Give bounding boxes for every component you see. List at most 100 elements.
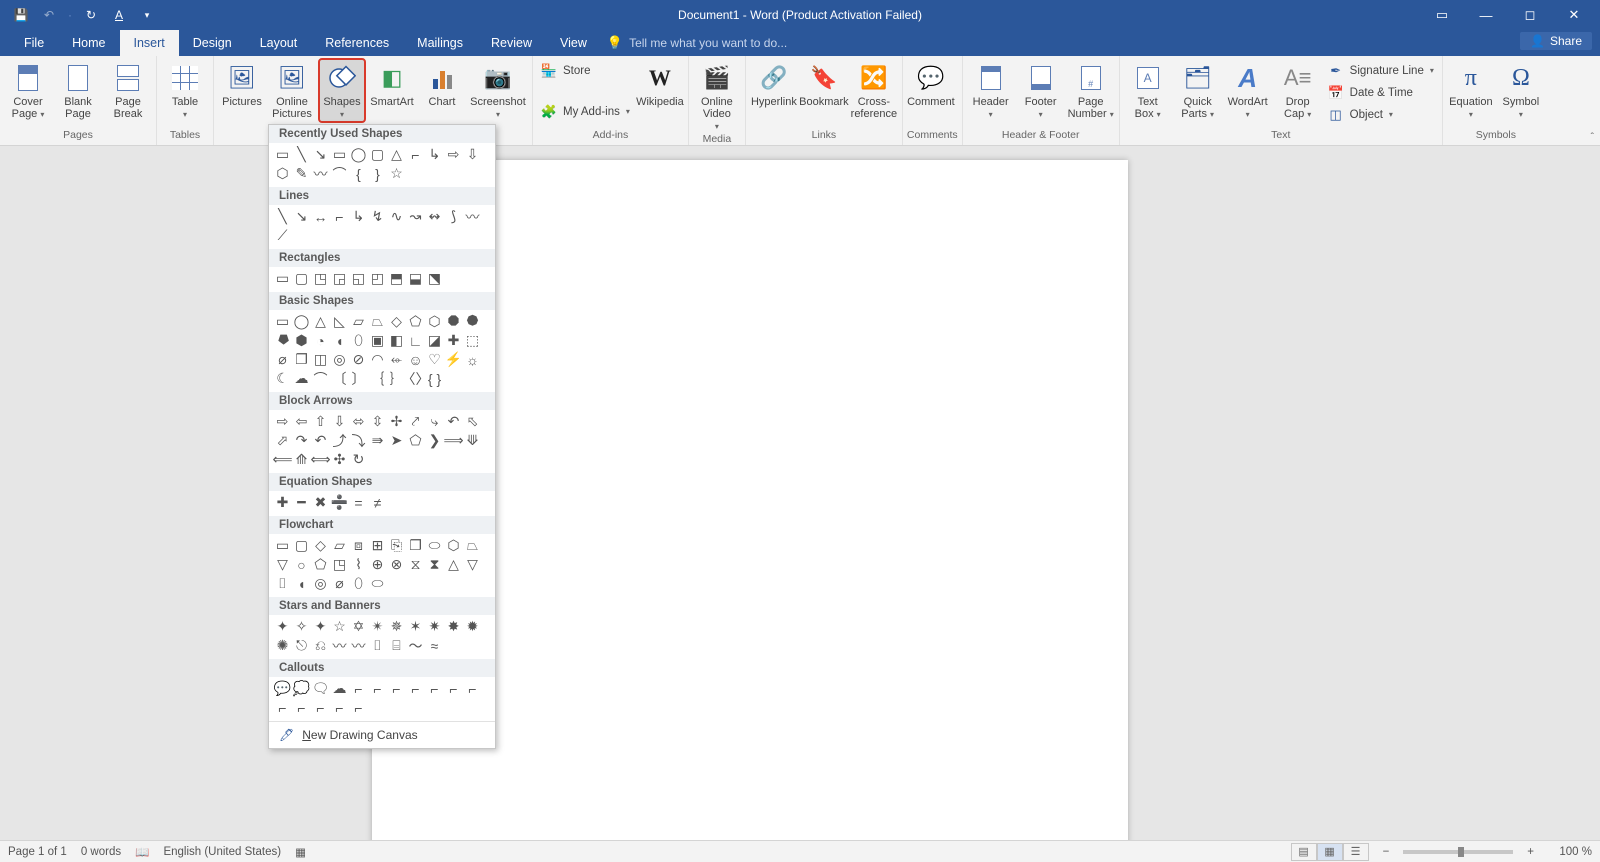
shape-elbow-arrow[interactable]: ↳ [425, 145, 444, 164]
shape-triangle[interactable]: △ [387, 145, 406, 164]
shape-star[interactable]: ☆ [387, 164, 406, 183]
shape-scroll-v[interactable]: ⌷ [368, 636, 387, 655]
shape-brace-l[interactable]: ｛ [368, 369, 387, 388]
shape-brace-pair[interactable]: { } [425, 369, 444, 388]
shape-cube[interactable]: ❐ [292, 350, 311, 369]
shape-elbow-arrow2[interactable]: ↳ [349, 207, 368, 226]
redo-icon[interactable]: ↻ [82, 6, 100, 24]
shape-arc[interactable]: ⌒ [330, 164, 349, 183]
shape-star24[interactable]: ✹ [463, 617, 482, 636]
shape-heptagon[interactable]: ⯃ [444, 312, 463, 331]
shape-callout-accent2[interactable]: ⌐ [425, 679, 444, 698]
shape-donut[interactable]: ◎ [330, 350, 349, 369]
shape-arr-bent[interactable]: ⤷ [425, 412, 444, 431]
shape-bracket-pair[interactable]: 〈〉 [406, 369, 425, 388]
shape-arr-leftup[interactable]: ⬁ [463, 412, 482, 431]
shape-rect2[interactable]: ▭ [273, 269, 292, 288]
symbol-button[interactable]: ΩSymbol▾ [1497, 58, 1545, 121]
shape-arr-callout-lr[interactable]: ⟺ [311, 450, 330, 469]
shape-arr-callout-d[interactable]: ⟱ [463, 431, 482, 450]
shape-callout-oval[interactable]: 🗨 [311, 679, 330, 698]
equation-button[interactable]: πEquation▾ [1447, 58, 1495, 121]
view-read-mode[interactable]: ▤ [1291, 843, 1317, 861]
shape-tri-iso[interactable]: △ [311, 312, 330, 331]
shape-fc-manual-op[interactable]: ▽ [273, 555, 292, 574]
pictures-button[interactable]: 🖼Pictures [218, 58, 266, 108]
shape-fc-seq[interactable]: ◎ [311, 574, 330, 593]
shape-snip1[interactable]: ◳ [311, 269, 330, 288]
shape-freeform2[interactable]: ⟆ [444, 207, 463, 226]
save-icon[interactable]: 💾 [12, 6, 30, 24]
view-web-layout[interactable]: ☰ [1343, 843, 1369, 861]
shape-callout-cloud[interactable]: ☁ [330, 679, 349, 698]
shape-star4[interactable]: ✦ [311, 617, 330, 636]
page-break-button[interactable]: PageBreak [104, 58, 152, 120]
zoom-slider[interactable] [1403, 850, 1513, 854]
share-button[interactable]: 👤 Share [1520, 32, 1592, 50]
maximize-icon[interactable]: ◻ [1518, 7, 1542, 23]
shape-fc-sum[interactable]: ⊕ [368, 555, 387, 574]
shape-bracket-l[interactable]: 〔 [330, 369, 349, 388]
shape-fc-term[interactable]: ⬭ [425, 536, 444, 555]
store-button[interactable]: 🏪Store [541, 60, 630, 81]
shape-fc-process[interactable]: ▭ [273, 536, 292, 555]
shape-fc-data[interactable]: ▱ [330, 536, 349, 555]
shape-fc-doc[interactable]: ⎘ [387, 536, 406, 555]
shape-freeform3[interactable]: ⟋ [273, 226, 292, 245]
shape-moon[interactable]: ☾ [273, 369, 292, 388]
shape-line[interactable]: ╲ [292, 145, 311, 164]
shape-bracket-r[interactable]: 〕 [349, 369, 368, 388]
ribbon-options-icon[interactable]: ▭ [1430, 7, 1454, 23]
zoom-in-button[interactable]: + [1527, 846, 1534, 858]
shape-octagon[interactable]: ⯄ [463, 312, 482, 331]
shape-arr-curve-u[interactable]: ⤴ [330, 431, 349, 450]
shape-arr-u[interactable]: ⇧ [311, 412, 330, 431]
shape-fc-off-page[interactable]: ⬠ [311, 555, 330, 574]
shape-fc-multidoc[interactable]: ❐ [406, 536, 425, 555]
zoom-level[interactable]: 100 % [1548, 846, 1592, 858]
shape-fc-extract[interactable]: △ [444, 555, 463, 574]
quick-parts-button[interactable]: 🗂QuickParts ▾ [1174, 58, 1222, 121]
shape-arr-chevron[interactable]: ❯ [425, 431, 444, 450]
my-addins-button[interactable]: 🧩My Add-ins ▾ [541, 101, 630, 122]
tab-view[interactable]: View [546, 30, 601, 56]
shape-arr-r[interactable]: ⇨ [273, 412, 292, 431]
shape-wave[interactable]: 〜 [406, 636, 425, 655]
shape-fc-decision[interactable]: ◇ [311, 536, 330, 555]
shape-roundrect[interactable]: ▢ [368, 145, 387, 164]
new-drawing-canvas-item[interactable]: 🖊 New Drawing Canvas [269, 721, 495, 748]
signature-line-button[interactable]: ✒Signature Line ▾ [1328, 60, 1434, 81]
status-page[interactable]: Page 1 of 1 [8, 846, 67, 858]
shape-rect[interactable]: ▭ [330, 145, 349, 164]
shape-callout-rect[interactable]: 💬 [273, 679, 292, 698]
shape-explosion1[interactable]: ✦ [273, 617, 292, 636]
shape-fc-merge[interactable]: ▽ [463, 555, 482, 574]
shape-frame[interactable]: ▣ [368, 331, 387, 350]
shape-fc-manual[interactable]: ⏢ [463, 536, 482, 555]
shape-arr-ud[interactable]: ⇳ [368, 412, 387, 431]
shape-brace-right[interactable]: } [368, 164, 387, 183]
bookmark-button[interactable]: 🔖Bookmark [800, 58, 848, 108]
comment-button[interactable]: 💬Comment [907, 58, 955, 108]
qat-customize-icon[interactable]: ▾ [138, 6, 156, 24]
shape-fc-card[interactable]: ◳ [330, 555, 349, 574]
shape-arr-callout-r[interactable]: ⟹ [444, 431, 463, 450]
shape-arr-striped[interactable]: ⇛ [368, 431, 387, 450]
shape-callout-round[interactable]: 💭 [292, 679, 311, 698]
shape-snipdiag[interactable]: ◱ [349, 269, 368, 288]
shape-double-wave[interactable]: ≈ [425, 636, 444, 655]
shape-diag-stripe[interactable]: ◪ [425, 331, 444, 350]
smartart-button[interactable]: ◧SmartArt [368, 58, 416, 108]
shape-arr-curve-d[interactable]: ⤵ [349, 431, 368, 450]
drop-cap-button[interactable]: A≡DropCap ▾ [1274, 58, 1322, 121]
header-button[interactable]: Header▾ [967, 58, 1015, 121]
shape-hexagon2[interactable]: ⬡ [425, 312, 444, 331]
shape-elbow2[interactable]: ⌐ [330, 207, 349, 226]
shape-arr-l[interactable]: ⇦ [292, 412, 311, 431]
shape-curve-arrow[interactable]: ↝ [406, 207, 425, 226]
text-box-button[interactable]: ATextBox ▾ [1124, 58, 1172, 121]
shape-plus[interactable]: ✚ [273, 493, 292, 512]
shape-heart[interactable]: ♡ [425, 350, 444, 369]
shape-fc-stored[interactable]: ⌷ [273, 574, 292, 593]
shape-chord[interactable]: ◖ [330, 331, 349, 350]
